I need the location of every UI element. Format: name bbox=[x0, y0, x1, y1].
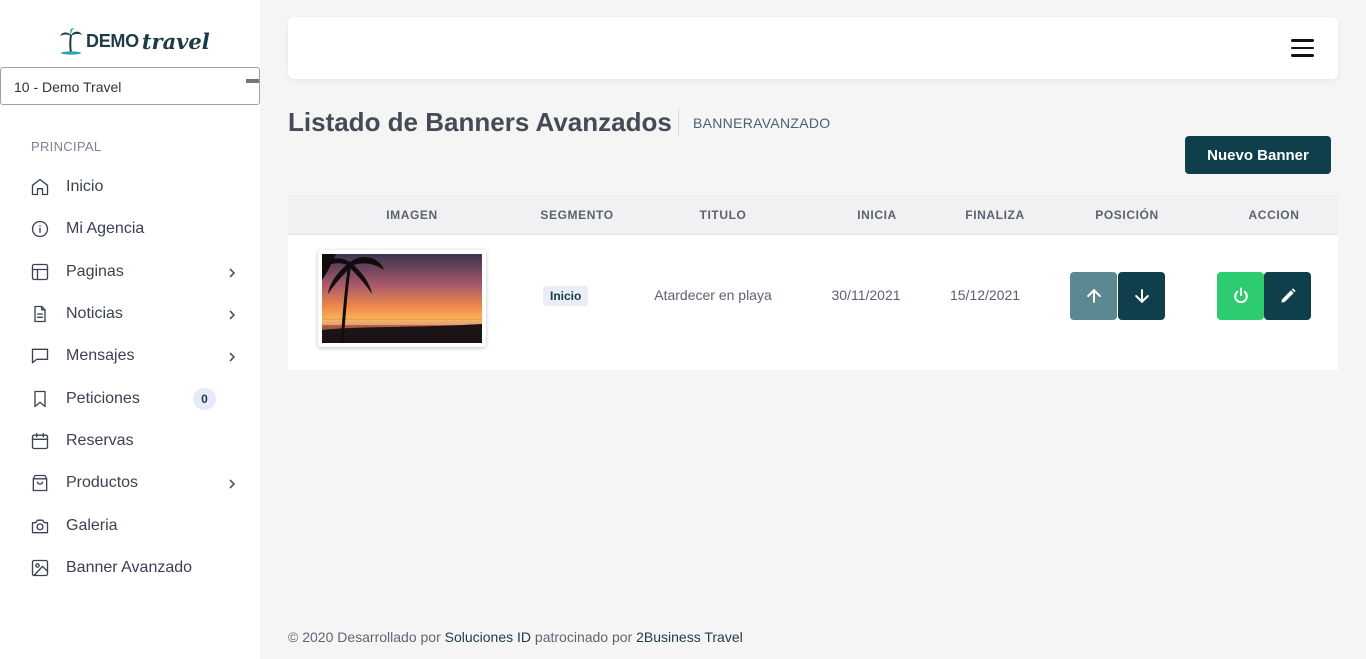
logo[interactable]: DEMO travel bbox=[58, 26, 210, 56]
page-title: Listado de Banners Avanzados bbox=[288, 107, 672, 137]
sidebar-item-mi-agencia[interactable]: Mi Agencia bbox=[0, 208, 260, 250]
sidebar-item-label: Inicio bbox=[66, 178, 104, 196]
sidebar: DEMO travel 10 - Demo Travel PRINCIPAL I… bbox=[0, 0, 260, 659]
column-header-segmento: SEGMENTO bbox=[540, 208, 614, 222]
banners-table: IMAGEN SEGMENTO TITULO INICIA FINALIZA P… bbox=[288, 195, 1338, 370]
pencil-icon bbox=[1280, 288, 1296, 303]
sidebar-item-label: Peticiones bbox=[66, 389, 140, 407]
move-up-button[interactable] bbox=[1070, 272, 1117, 320]
footer-prefix: © 2020 Desarrollado por bbox=[288, 629, 441, 645]
logo-script-text: travel bbox=[141, 28, 210, 54]
shopping-bag-icon bbox=[30, 473, 50, 493]
sidebar-item-label: Paginas bbox=[66, 262, 124, 280]
calendar-icon bbox=[30, 431, 50, 451]
layout-icon bbox=[30, 262, 50, 282]
sidebar-item-reservas[interactable]: Reservas bbox=[0, 420, 260, 462]
sidebar-section-label: PRINCIPAL bbox=[31, 139, 102, 154]
toggle-active-button[interactable] bbox=[1217, 272, 1264, 320]
sidebar-item-productos[interactable]: Productos bbox=[0, 462, 260, 504]
chevron-right-icon bbox=[226, 350, 238, 362]
sidebar-item-label: Banner Avanzado bbox=[66, 558, 193, 576]
file-text-icon bbox=[30, 304, 50, 324]
sidebar-nav: Inicio Mi Agencia Paginas Noticias Mensa… bbox=[0, 166, 260, 589]
info-icon bbox=[30, 219, 50, 239]
chevron-right-icon bbox=[226, 266, 238, 278]
sidebar-item-peticiones[interactable]: Peticiones 0 bbox=[0, 377, 260, 419]
home-icon bbox=[30, 177, 50, 197]
chevron-right-icon bbox=[226, 308, 238, 320]
sidebar-item-noticias[interactable]: Noticias bbox=[0, 293, 260, 335]
image-icon bbox=[30, 558, 50, 578]
arrow-down-icon bbox=[1134, 289, 1149, 303]
table-header: IMAGEN SEGMENTO TITULO INICIA FINALIZA P… bbox=[288, 195, 1338, 235]
start-date-cell: 30/11/2021 bbox=[831, 287, 901, 303]
segment-badge: Inicio bbox=[543, 286, 589, 306]
select-caret-icon bbox=[246, 79, 259, 83]
hamburger-menu-icon[interactable] bbox=[1291, 39, 1314, 57]
developer-link[interactable]: Soluciones ID bbox=[445, 629, 531, 645]
footer: © 2020 Desarrollado por Soluciones ID pa… bbox=[288, 629, 743, 645]
banner-thumbnail[interactable] bbox=[318, 250, 486, 347]
sidebar-item-label: Productos bbox=[66, 474, 139, 492]
sidebar-item-label: Reservas bbox=[66, 431, 134, 449]
palm-tree-icon bbox=[60, 28, 82, 55]
banner-title-cell: Atardecer en playa bbox=[654, 287, 772, 303]
sidebar-item-galeria[interactable]: Galeria bbox=[0, 504, 260, 546]
camera-icon bbox=[30, 516, 50, 536]
table-row: Inicio Atardecer en playa 30/11/2021 15/… bbox=[288, 236, 1338, 370]
bookmark-icon bbox=[30, 389, 50, 409]
agency-select-value: 10 - Demo Travel bbox=[14, 79, 122, 95]
new-banner-button[interactable]: Nuevo Banner bbox=[1185, 136, 1331, 174]
sidebar-item-label: Noticias bbox=[66, 305, 123, 323]
sidebar-item-banner-avanzado[interactable]: Banner Avanzado bbox=[0, 547, 260, 589]
logo-text: DEMO bbox=[86, 30, 139, 51]
sunset-beach-image bbox=[322, 254, 482, 343]
sponsor-link[interactable]: 2Business Travel bbox=[636, 629, 743, 645]
edit-button[interactable] bbox=[1264, 272, 1311, 320]
sidebar-item-mensajes[interactable]: Mensajes bbox=[0, 335, 260, 377]
top-bar bbox=[288, 17, 1338, 79]
sidebar-item-inicio[interactable]: Inicio bbox=[0, 166, 260, 208]
column-header-titulo: TITULO bbox=[699, 208, 747, 222]
footer-middle: patrocinado por bbox=[534, 629, 633, 645]
sidebar-item-label: Mensajes bbox=[66, 347, 135, 365]
sidebar-item-label: Galeria bbox=[66, 516, 118, 534]
power-icon bbox=[1233, 287, 1248, 304]
breadcrumb: BANNERAVANZADO bbox=[693, 115, 831, 131]
column-header-inicia: INICIA bbox=[857, 208, 897, 222]
message-square-icon bbox=[30, 346, 50, 366]
end-date-cell: 15/12/2021 bbox=[949, 287, 1021, 303]
move-down-button[interactable] bbox=[1118, 272, 1165, 320]
agency-select[interactable]: 10 - Demo Travel bbox=[0, 67, 260, 105]
sidebar-item-label: Mi Agencia bbox=[66, 220, 145, 238]
peticiones-count-badge: 0 bbox=[193, 387, 216, 410]
column-header-finaliza: FINALIZA bbox=[965, 208, 1025, 222]
arrow-up-icon bbox=[1086, 289, 1101, 303]
column-header-posicion: POSICIÓN bbox=[1095, 208, 1159, 222]
title-divider bbox=[678, 108, 679, 135]
column-header-accion: ACCION bbox=[1248, 208, 1300, 222]
column-header-imagen: IMAGEN bbox=[386, 208, 438, 222]
chevron-right-icon bbox=[226, 477, 238, 489]
sidebar-item-paginas[interactable]: Paginas bbox=[0, 251, 260, 293]
